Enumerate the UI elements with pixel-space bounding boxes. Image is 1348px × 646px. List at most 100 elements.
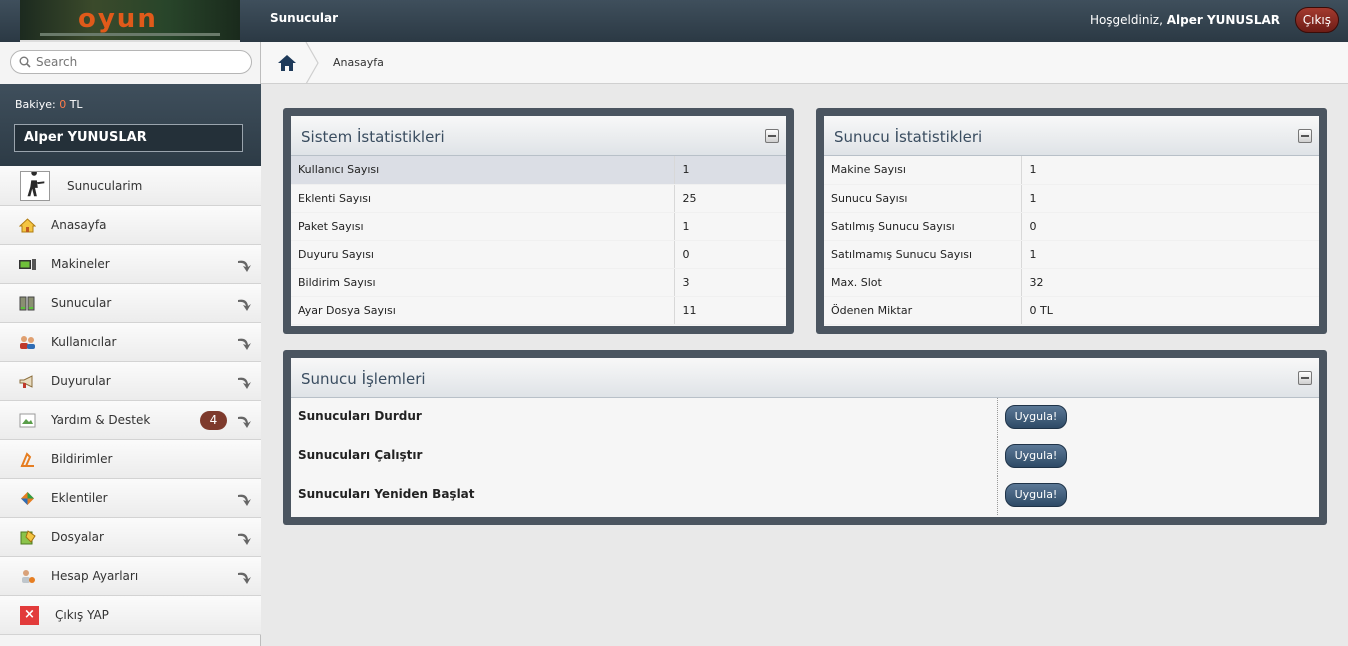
chevron-right-icon[interactable] <box>236 256 254 274</box>
divider <box>997 476 998 515</box>
account-settings-icon <box>22 570 35 583</box>
balance-text: Bakiye: 0 TL <box>15 98 83 111</box>
search-icon <box>19 56 31 68</box>
sidebar-item-sunucular[interactable]: Sunucular <box>0 284 261 323</box>
stat-value: 0 TL <box>1020 296 1319 325</box>
balance-currency: TL <box>69 98 83 111</box>
chevron-right-icon[interactable] <box>236 529 254 547</box>
system-stats-table: Kullanıcı Sayısı 1 Eklenti Sayısı 25 Pak… <box>291 156 786 325</box>
sidebar-item-eklentiler[interactable]: Eklentiler <box>0 479 261 518</box>
stat-value: 0 <box>673 240 786 269</box>
sidebar-item-label: Eklentiler <box>51 491 108 505</box>
page-title: Sunucular <box>270 11 339 25</box>
users-icon <box>20 336 35 349</box>
stat-label: Satılmamış Sunucu Sayısı <box>824 240 1021 269</box>
chevron-right-icon[interactable] <box>236 295 254 313</box>
stat-label: Bildirim Sayısı <box>291 268 674 297</box>
stat-label: Kullanıcı Sayısı <box>291 156 674 185</box>
sidebar-item-dosyalar[interactable]: Dosyalar <box>0 518 261 557</box>
divider <box>997 437 998 476</box>
stat-value: 1 <box>1020 240 1319 269</box>
sidebar-item-bildirimler[interactable]: Bildirimler <box>0 440 261 479</box>
balance-label: Bakiye: <box>15 98 56 111</box>
welcome-text: Hoşgeldiniz, Alper YUNUSLAR <box>1090 13 1280 27</box>
chevron-right-icon[interactable] <box>236 568 254 586</box>
home-icon <box>19 218 36 233</box>
sidebar-item-cikis[interactable]: × Çıkış YAP <box>0 596 261 635</box>
panel-header: Sunucu İşlemleri <box>291 358 1319 398</box>
stat-value: 11 <box>673 296 786 325</box>
collapse-icon[interactable] <box>765 129 779 143</box>
table-row: Duyuru Sayısı 0 <box>291 240 786 269</box>
sidebar-item-hesap-ayarlari[interactable]: Hesap Ayarları <box>0 557 261 596</box>
sidebar-item-label: Bildirimler <box>51 452 113 466</box>
sidebar-item-makineler[interactable]: Makineler <box>0 245 261 284</box>
sidebar-item-label: Duyurular <box>51 374 111 388</box>
apply-stop-button[interactable]: Uygula! <box>1005 405 1067 429</box>
stat-label: Eklenti Sayısı <box>291 184 674 213</box>
sidebar-item-duyurular[interactable]: Duyurular <box>0 362 261 401</box>
balance-amount: 0 <box>59 98 67 111</box>
stat-label: Sunucu Sayısı <box>824 184 1021 213</box>
operation-label: Sunucuları Çalıştır <box>298 448 423 462</box>
sidebar-item-yardim-destek[interactable]: Yardım & Destek 4 <box>0 401 261 440</box>
panel-title: Sunucu İstatistikleri <box>834 128 983 146</box>
operation-row-stop: Sunucuları Durdur Uygula! <box>291 398 1319 437</box>
table-row: Bildirim Sayısı 3 <box>291 268 786 297</box>
apply-start-button[interactable]: Uygula! <box>1005 444 1067 468</box>
sidebar-item-label: Çıkış YAP <box>55 608 109 622</box>
machine-icon <box>19 259 36 270</box>
logo-strip <box>40 33 220 36</box>
chevron-right-icon[interactable] <box>236 334 254 352</box>
user-name-box[interactable]: Alper YUNUSLAR <box>14 124 243 152</box>
logout-button[interactable]: Çıkış <box>1294 7 1339 33</box>
server-operations-panel: Sunucu İşlemleri Sunucuları Durdur Uygul… <box>283 350 1327 525</box>
collapse-icon[interactable] <box>1298 129 1312 143</box>
search-box[interactable] <box>10 50 252 74</box>
close-icon: × <box>20 606 39 625</box>
apply-restart-button[interactable]: Uygula! <box>1005 483 1067 507</box>
chevron-right-icon[interactable] <box>236 373 254 391</box>
operation-row-restart: Sunucuları Yeniden Başlat Uygula! <box>291 476 1319 515</box>
breadcrumb: Anasayfa <box>261 42 1348 84</box>
system-stats-panel: Sistem İstatistikleri Kullanıcı Sayısı 1… <box>283 108 794 334</box>
table-row: Ayar Dosya Sayısı 11 <box>291 296 786 325</box>
panel-header: Sistem İstatistikleri <box>291 116 786 156</box>
sidebar-item-label: Kullanıcılar <box>51 335 117 349</box>
stat-value: 1 <box>673 156 786 185</box>
sidebar-item-label: Yardım & Destek <box>51 413 151 427</box>
operation-label: Sunucuları Durdur <box>298 409 422 423</box>
panel-title: Sunucu İşlemleri <box>301 370 426 388</box>
stat-label: Duyuru Sayısı <box>291 240 674 269</box>
chevron-right-icon[interactable] <box>236 412 254 430</box>
stat-value: 32 <box>1020 268 1319 297</box>
collapse-icon[interactable] <box>1298 371 1312 385</box>
support-count-badge: 4 <box>200 411 227 430</box>
stat-label: Satılmış Sunucu Sayısı <box>824 212 1021 241</box>
operation-label: Sunucuları Yeniden Başlat <box>298 487 475 501</box>
server-icon <box>19 296 35 311</box>
home-icon[interactable] <box>277 53 297 72</box>
breadcrumb-home[interactable]: Anasayfa <box>333 56 384 69</box>
stat-value: 3 <box>673 268 786 297</box>
plugin-icon <box>21 492 34 505</box>
divider <box>997 398 998 437</box>
breadcrumb-separator <box>305 42 319 84</box>
operation-row-start: Sunucuları Çalıştır Uygula! <box>291 437 1319 476</box>
sidebar-item-kullanicilar[interactable]: Kullanıcılar <box>0 323 261 362</box>
stat-value: 1 <box>1020 156 1319 185</box>
sidebar-item-label: Hesap Ayarları <box>51 569 139 583</box>
logo[interactable]: oyun <box>20 0 240 42</box>
panel-header: Sunucu İstatistikleri <box>824 116 1319 156</box>
sidebar-item-label: Anasayfa <box>51 218 107 232</box>
sidebar-item-label: Sunucular <box>51 296 112 310</box>
megaphone-icon <box>19 375 33 388</box>
sidebar-item-anasayfa[interactable]: Anasayfa <box>0 206 261 245</box>
broken-image-icon <box>19 413 36 428</box>
server-stats-table: Makine Sayısı 1 Sunucu Sayısı 1 Satılmış… <box>824 156 1319 325</box>
chevron-right-icon[interactable] <box>236 490 254 508</box>
sidebar-item-sunucularim[interactable]: Sunucularim <box>0 166 261 206</box>
search-input[interactable] <box>36 53 246 71</box>
sidebar-item-label: Dosyalar <box>51 530 104 544</box>
table-row: Eklenti Sayısı 25 <box>291 184 786 213</box>
